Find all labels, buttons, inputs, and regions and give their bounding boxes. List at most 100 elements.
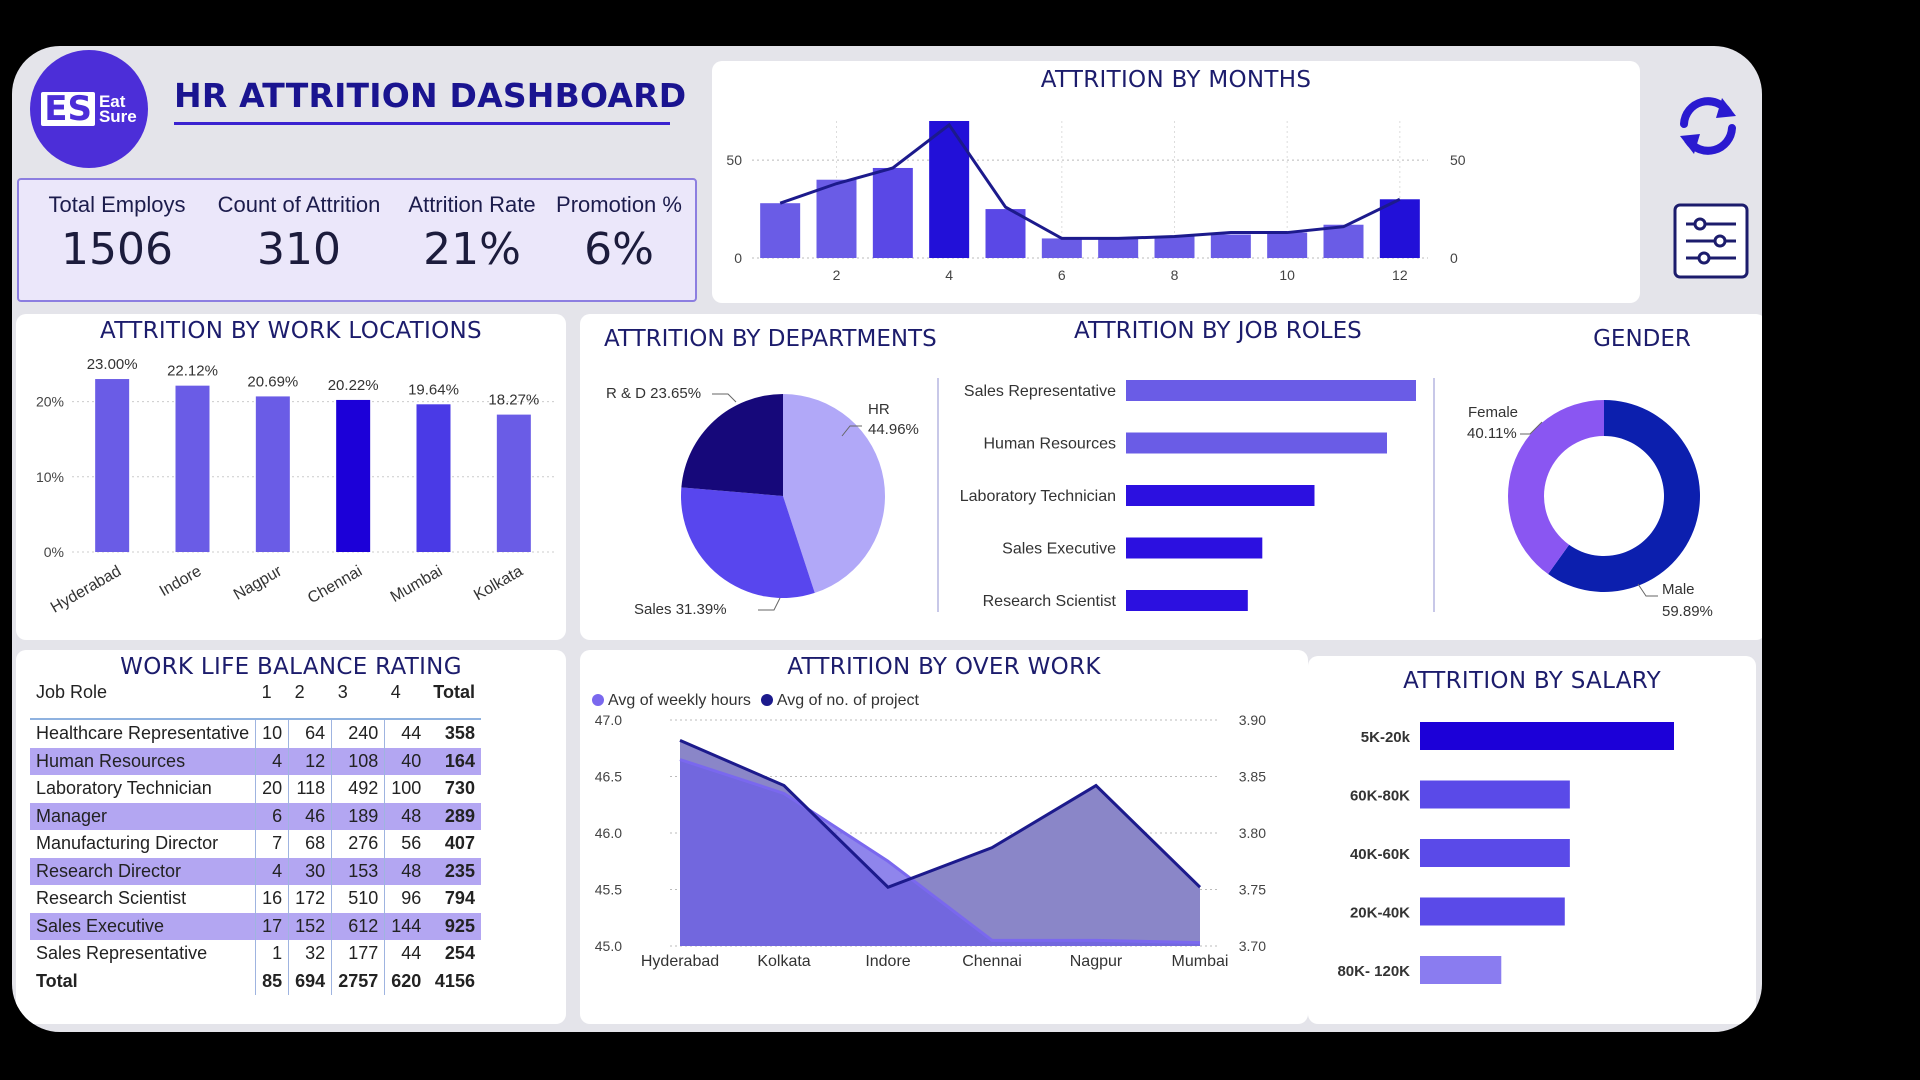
total-value: 85 bbox=[255, 967, 289, 995]
cell-value: 1 bbox=[255, 940, 289, 968]
dept-roles-gender-charts: HR 44.96% Sales 31.39% R & D 23.65% Sales Re… bbox=[606, 378, 1713, 620]
wlb-card: WORK LIFE BALANCE RATING Job Role 1 2 3 4 Tot… bbox=[16, 650, 566, 1024]
cell-job-role: Manufacturing Director bbox=[36, 833, 219, 854]
title-underline bbox=[174, 122, 670, 125]
overwork-card: ATTRITION BY OVER WORK Avg of weekly hou… bbox=[580, 650, 1308, 1024]
y-left-tick-label: 45.5 bbox=[595, 882, 622, 898]
kpi-total-employs: Total Employs 1506 bbox=[41, 192, 193, 275]
total-value: 694 bbox=[288, 967, 332, 995]
jobrole-bar bbox=[1126, 485, 1315, 506]
cell-value: 96 bbox=[384, 885, 428, 913]
kpi-label: Attrition Rate bbox=[408, 192, 536, 217]
overwork-chart: 45.0 3.70 45.5 3.75 46.0 3.80 46.5 3.85 47.0 3.90… bbox=[595, 712, 1266, 970]
kpi-panel: Total Employs 1506 Count of Attrition 31… bbox=[17, 178, 697, 302]
cell-value: 16 bbox=[255, 885, 289, 913]
cell-value: 48 bbox=[384, 857, 428, 885]
x-category-label: Indore bbox=[865, 953, 910, 970]
cell-total: 794 bbox=[444, 888, 475, 909]
table-row[interactable]: Research Director 4 30 153 48 235 bbox=[30, 857, 481, 885]
table-row[interactable]: Manager 6 46 189 48 289 bbox=[30, 802, 481, 830]
table-row[interactable]: Research Scientist 16 172 510 96 794 bbox=[30, 885, 481, 913]
refresh-icon[interactable] bbox=[1670, 88, 1746, 164]
table-row[interactable]: Sales Executive 17 152 612 144 925 bbox=[30, 912, 481, 940]
total-value: 2757 bbox=[331, 967, 385, 995]
y-left-tick-label: 46.5 bbox=[595, 769, 622, 785]
location-bar bbox=[496, 414, 531, 552]
y-right-tick-label: 3.90 bbox=[1239, 712, 1266, 728]
cell-value: 276 bbox=[331, 830, 385, 858]
cell-value: 44 bbox=[384, 718, 428, 748]
month-bar bbox=[1379, 199, 1420, 258]
location-bar bbox=[95, 379, 130, 552]
y-left-tick-label: 47.0 bbox=[595, 712, 622, 728]
kpi-label: Total Employs bbox=[48, 192, 186, 217]
cell-job-role: Healthcare Representative bbox=[30, 718, 256, 748]
column-header: Total bbox=[433, 682, 475, 702]
x-category-label: Mumbai bbox=[1172, 953, 1229, 970]
cell-value: 64 bbox=[288, 718, 332, 748]
x-tick-label: 4 bbox=[945, 267, 953, 283]
y-tick-label: 0% bbox=[44, 544, 64, 560]
jobrole-bar bbox=[1126, 537, 1263, 559]
leader-line bbox=[758, 597, 781, 611]
cell-value: 17 bbox=[255, 912, 289, 940]
x-category-label: Kolkata bbox=[757, 953, 810, 970]
month-bar bbox=[1154, 236, 1195, 258]
total-value: 4156 bbox=[434, 970, 475, 991]
y-tick-label-right: 50 bbox=[1450, 152, 1466, 168]
location-x-label: Mumbai bbox=[388, 563, 446, 606]
dashboard-title: HR ATTRITION DASHBOARD bbox=[174, 76, 687, 115]
filter-sliders-icon[interactable] bbox=[1672, 202, 1750, 280]
location-x-label: Nagpur bbox=[231, 562, 286, 603]
department-label-hr: HR bbox=[868, 401, 890, 418]
salary-bar bbox=[1420, 897, 1565, 926]
cell-value: 510 bbox=[331, 885, 385, 913]
location-x-label: Chennai bbox=[305, 563, 365, 608]
kpi-count-attrition: Count of Attrition 310 bbox=[209, 192, 389, 275]
cell-value: 12 bbox=[288, 747, 332, 775]
location-data-label: 23.00% bbox=[87, 356, 138, 373]
location-x-label: Indore bbox=[157, 563, 205, 600]
y-left-tick-label: 45.0 bbox=[595, 938, 622, 954]
total-value: 620 bbox=[384, 967, 428, 995]
department-label-sales: Sales 31.39% bbox=[634, 601, 727, 618]
month-bar bbox=[1210, 234, 1251, 258]
column-header: 4 bbox=[390, 682, 401, 702]
cell-value: 240 bbox=[331, 718, 385, 748]
table-row[interactable]: Human Resources 4 12 108 40 164 bbox=[30, 747, 481, 775]
jobrole-label: Laboratory Technician bbox=[960, 488, 1116, 505]
cell-value: 152 bbox=[288, 912, 332, 940]
location-bar bbox=[336, 399, 371, 552]
cell-value: 68 bbox=[288, 830, 332, 858]
cell-job-role: Laboratory Technician bbox=[36, 778, 212, 799]
cell-job-role: Sales Executive bbox=[30, 912, 256, 940]
cell-value: 4 bbox=[255, 857, 289, 885]
wlb-title: WORK LIFE BALANCE RATING bbox=[120, 654, 462, 680]
salary-bar bbox=[1420, 722, 1674, 750]
cell-job-role: Manager bbox=[30, 802, 256, 830]
x-category-label: Chennai bbox=[962, 953, 1022, 970]
table-row[interactable]: Manufacturing Director 7 68 276 56 407 bbox=[30, 830, 481, 858]
salary-label: 60K-80K bbox=[1350, 788, 1410, 805]
cell-value: 30 bbox=[288, 857, 332, 885]
column-header-job-role[interactable]: Job Role bbox=[30, 680, 256, 719]
salary-label: 20K-40K bbox=[1350, 905, 1410, 922]
total-label: Total bbox=[36, 970, 78, 991]
table-row[interactable]: Sales Representative 1 32 177 44 254 bbox=[30, 940, 481, 968]
kpi-value: 6% bbox=[584, 224, 654, 275]
y-right-tick-label: 3.85 bbox=[1239, 769, 1266, 785]
cell-total: 407 bbox=[444, 833, 475, 854]
table-row[interactable]: Healthcare Representative 10 64 240 44 358 bbox=[30, 718, 481, 748]
jobrole-label: Sales Representative bbox=[964, 383, 1116, 400]
cell-value: 40 bbox=[384, 747, 428, 775]
column-header: 1 bbox=[261, 682, 272, 702]
table-row[interactable]: Laboratory Technician 20 118 492 100 730 bbox=[30, 775, 481, 803]
department-slice bbox=[681, 394, 783, 496]
y-tick-label: 10% bbox=[36, 469, 64, 485]
gender-label-female: Female bbox=[1468, 404, 1518, 421]
column-header: 3 bbox=[337, 682, 348, 702]
cell-value: 118 bbox=[288, 775, 332, 803]
gender-label-male-pct: 59.89% bbox=[1662, 603, 1713, 620]
location-data-label: 20.22% bbox=[328, 377, 379, 394]
salary-bar bbox=[1420, 956, 1502, 984]
